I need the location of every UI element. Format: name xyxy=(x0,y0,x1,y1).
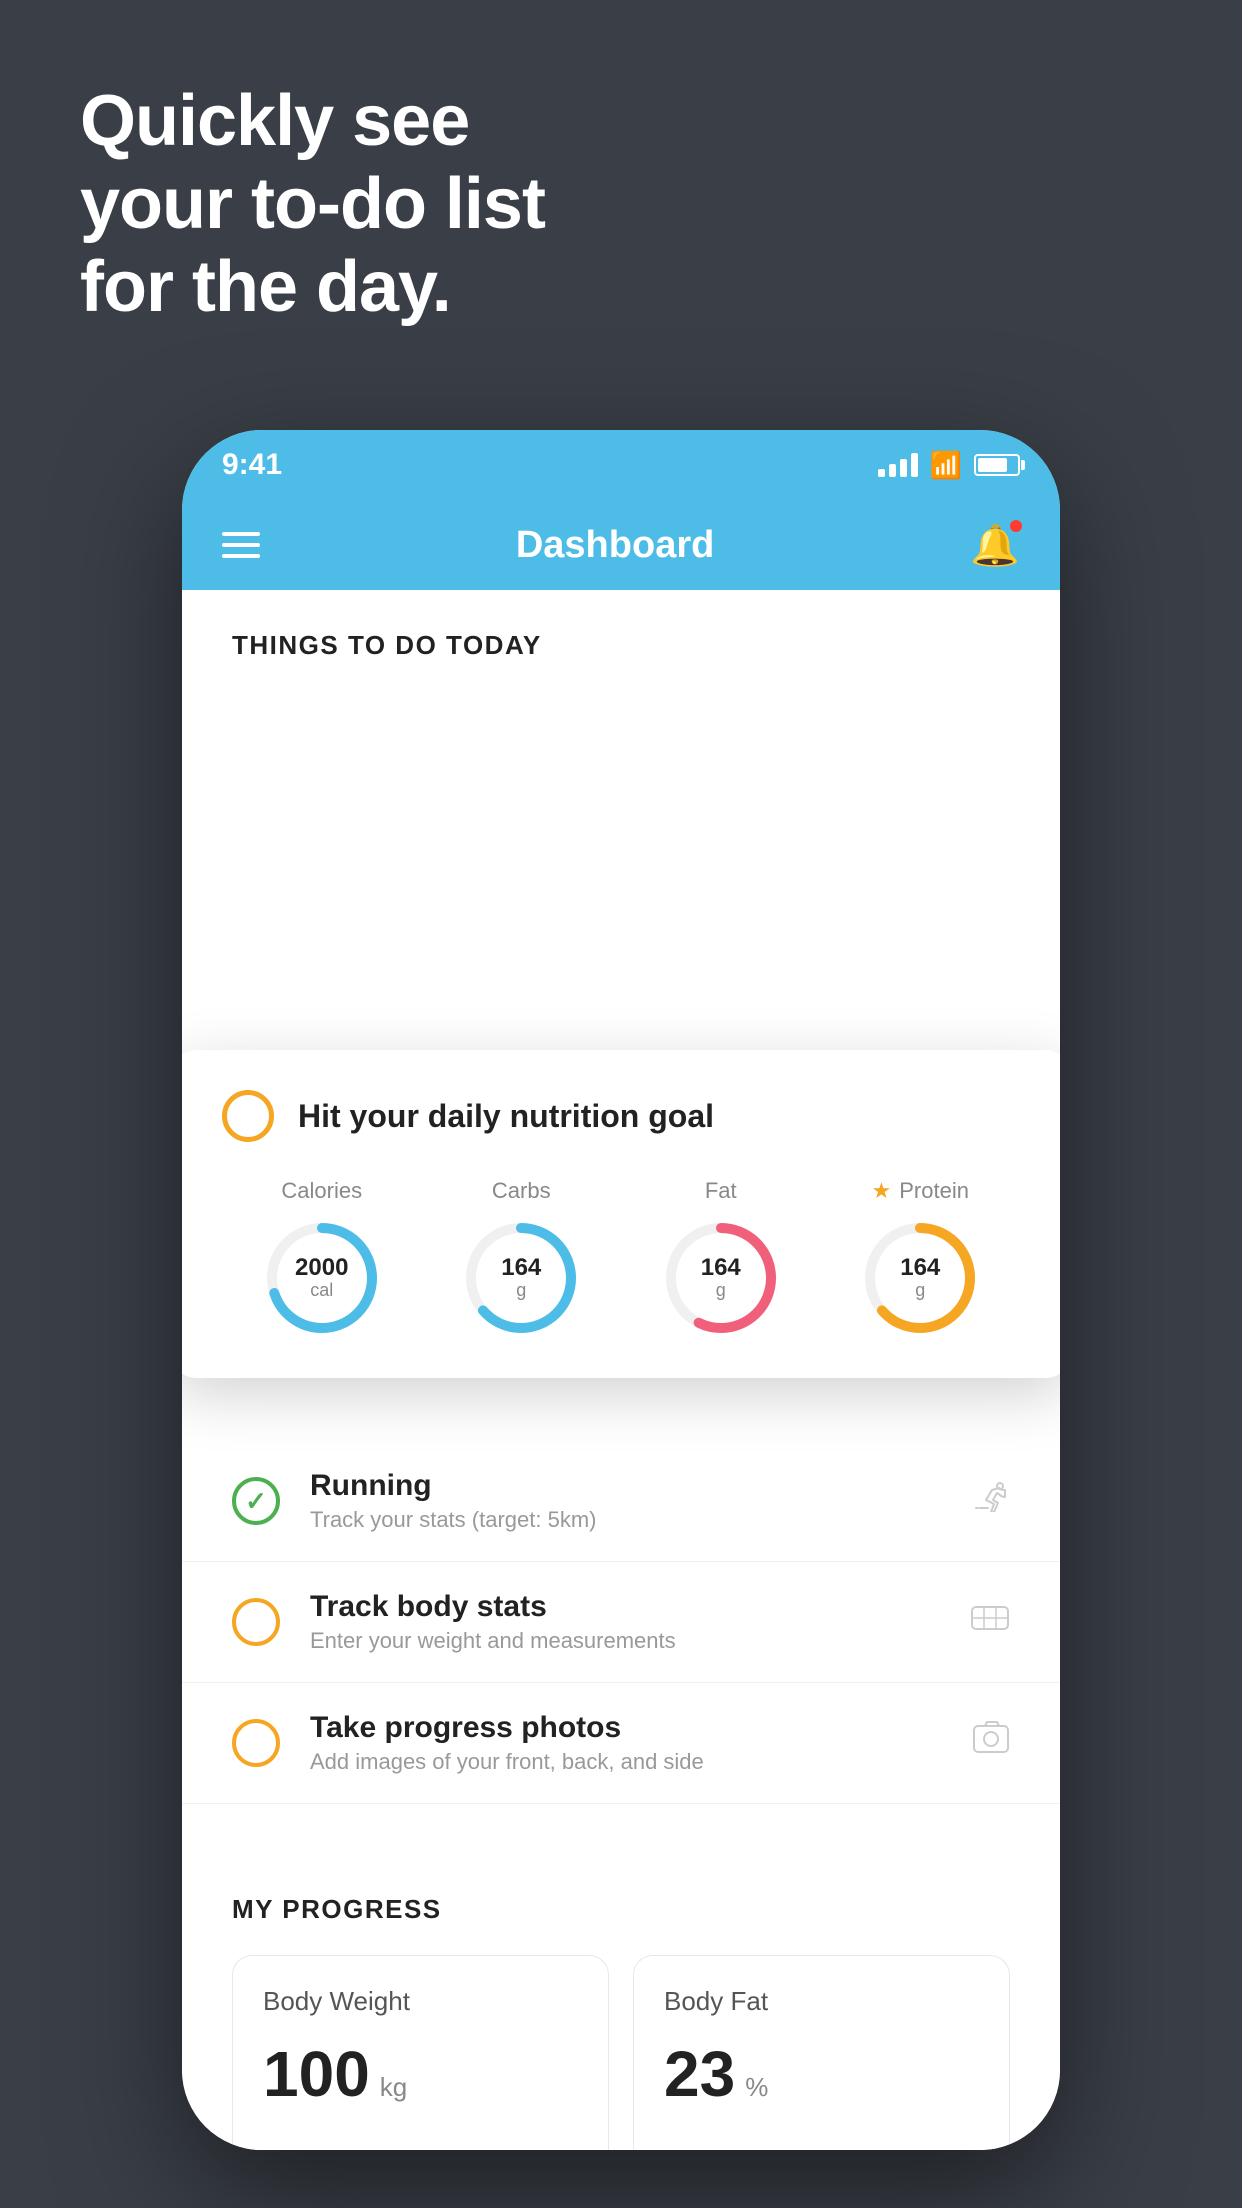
photos-icon xyxy=(972,1720,1010,1767)
protein-ring: 164 g xyxy=(860,1218,980,1338)
nutrition-card-title: Hit your daily nutrition goal xyxy=(298,1098,714,1135)
running-status-circle[interactable]: ✓ xyxy=(232,1477,280,1525)
photos-text: Take progress photos Add images of your … xyxy=(310,1711,942,1775)
protein-label: Protein xyxy=(899,1178,969,1204)
photos-title: Take progress photos xyxy=(310,1711,942,1745)
body-weight-title: Body Weight xyxy=(263,1986,578,2017)
notification-badge xyxy=(1008,518,1024,534)
nutrition-status-circle[interactable] xyxy=(222,1090,274,1142)
fat-label: Fat xyxy=(705,1178,737,1204)
fat-item: Fat 164 g xyxy=(661,1178,781,1338)
body-stats-status-circle[interactable] xyxy=(232,1598,280,1646)
body-fat-value: 23 xyxy=(664,2037,735,2111)
body-stats-subtitle: Enter your weight and measurements xyxy=(310,1628,940,1654)
things-to-do-header: THINGS TO DO TODAY xyxy=(182,590,1060,681)
status-time: 9:41 xyxy=(222,448,282,482)
phone-content: THINGS TO DO TODAY Hit your daily nutrit… xyxy=(182,590,1060,2150)
body-stats-icon xyxy=(970,1601,1010,1644)
carbs-ring: 164 g xyxy=(461,1218,581,1338)
body-weight-chart xyxy=(233,2131,608,2150)
calories-item: Calories 2000 cal xyxy=(262,1178,382,1338)
body-fat-value-row: 23 % xyxy=(664,2037,979,2111)
progress-cards: Body Weight 100 kg xyxy=(232,1955,1010,2150)
fat-unit: g xyxy=(701,1281,741,1301)
body-fat-card[interactable]: Body Fat 23 % xyxy=(633,1955,1010,2150)
todo-list: ✓ Running Track your stats (target: 5km) xyxy=(182,1441,1060,2150)
wifi-icon: 📶 xyxy=(930,450,962,481)
protein-value: 164 xyxy=(900,1255,940,1281)
hero-line1: Quickly see xyxy=(80,80,545,163)
card-title-row: Hit your daily nutrition goal xyxy=(222,1090,1020,1142)
body-fat-unit: % xyxy=(745,2072,768,2103)
notification-bell-button[interactable]: 🔔 xyxy=(970,522,1020,569)
nav-title: Dashboard xyxy=(516,524,714,567)
carbs-value: 164 xyxy=(501,1255,541,1281)
body-weight-card[interactable]: Body Weight 100 kg xyxy=(232,1955,609,2150)
fat-value: 164 xyxy=(701,1255,741,1281)
nutrition-card: Hit your daily nutrition goal Calories 2… xyxy=(182,1050,1060,1378)
running-icon xyxy=(970,1482,1010,1521)
body-stats-title: Track body stats xyxy=(310,1590,940,1624)
star-icon: ★ xyxy=(872,1178,892,1204)
protein-item: ★ Protein 164 g xyxy=(860,1178,980,1338)
my-progress-header: MY PROGRESS xyxy=(232,1894,1010,1925)
body-weight-value-row: 100 kg xyxy=(263,2037,578,2111)
body-fat-chart xyxy=(634,2131,1009,2150)
running-title: Running xyxy=(310,1469,940,1503)
body-fat-title: Body Fat xyxy=(664,1986,979,2017)
battery-icon xyxy=(974,454,1020,476)
my-progress-section: MY PROGRESS Body Weight 100 kg xyxy=(182,1844,1060,2150)
status-icons: 📶 xyxy=(878,450,1020,481)
calories-label: Calories xyxy=(281,1178,362,1204)
status-bar: 9:41 📶 xyxy=(182,430,1060,500)
protein-unit: g xyxy=(900,1281,940,1301)
carbs-label: Carbs xyxy=(492,1178,551,1204)
signal-icon xyxy=(878,453,918,477)
list-item[interactable]: Take progress photos Add images of your … xyxy=(182,1683,1060,1804)
photos-status-circle[interactable] xyxy=(232,1719,280,1767)
calories-value: 2000 xyxy=(295,1255,348,1281)
calories-unit: cal xyxy=(295,1281,348,1301)
hero-line2: your to-do list xyxy=(80,163,545,246)
list-item[interactable]: Track body stats Enter your weight and m… xyxy=(182,1562,1060,1683)
protein-label-row: ★ Protein xyxy=(872,1178,969,1204)
phone-mockup: 9:41 📶 Dashboard 🔔 THINGS TO DO TOD xyxy=(182,430,1060,2150)
carbs-item: Carbs 164 g xyxy=(461,1178,581,1338)
hero-text: Quickly see your to-do list for the day. xyxy=(80,80,545,328)
running-subtitle: Track your stats (target: 5km) xyxy=(310,1507,940,1533)
hamburger-menu-button[interactable] xyxy=(222,532,260,558)
body-stats-text: Track body stats Enter your weight and m… xyxy=(310,1590,940,1654)
calories-ring: 2000 cal xyxy=(262,1218,382,1338)
list-item[interactable]: ✓ Running Track your stats (target: 5km) xyxy=(182,1441,1060,1562)
body-weight-value: 100 xyxy=(263,2037,370,2111)
running-text: Running Track your stats (target: 5km) xyxy=(310,1469,940,1533)
carbs-unit: g xyxy=(501,1281,541,1301)
hero-line3: for the day. xyxy=(80,246,545,329)
photos-subtitle: Add images of your front, back, and side xyxy=(310,1749,942,1775)
body-weight-unit: kg xyxy=(380,2072,407,2103)
nutrition-circles: Calories 2000 cal Carbs xyxy=(222,1178,1020,1338)
nav-bar: Dashboard 🔔 xyxy=(182,500,1060,590)
fat-ring: 164 g xyxy=(661,1218,781,1338)
